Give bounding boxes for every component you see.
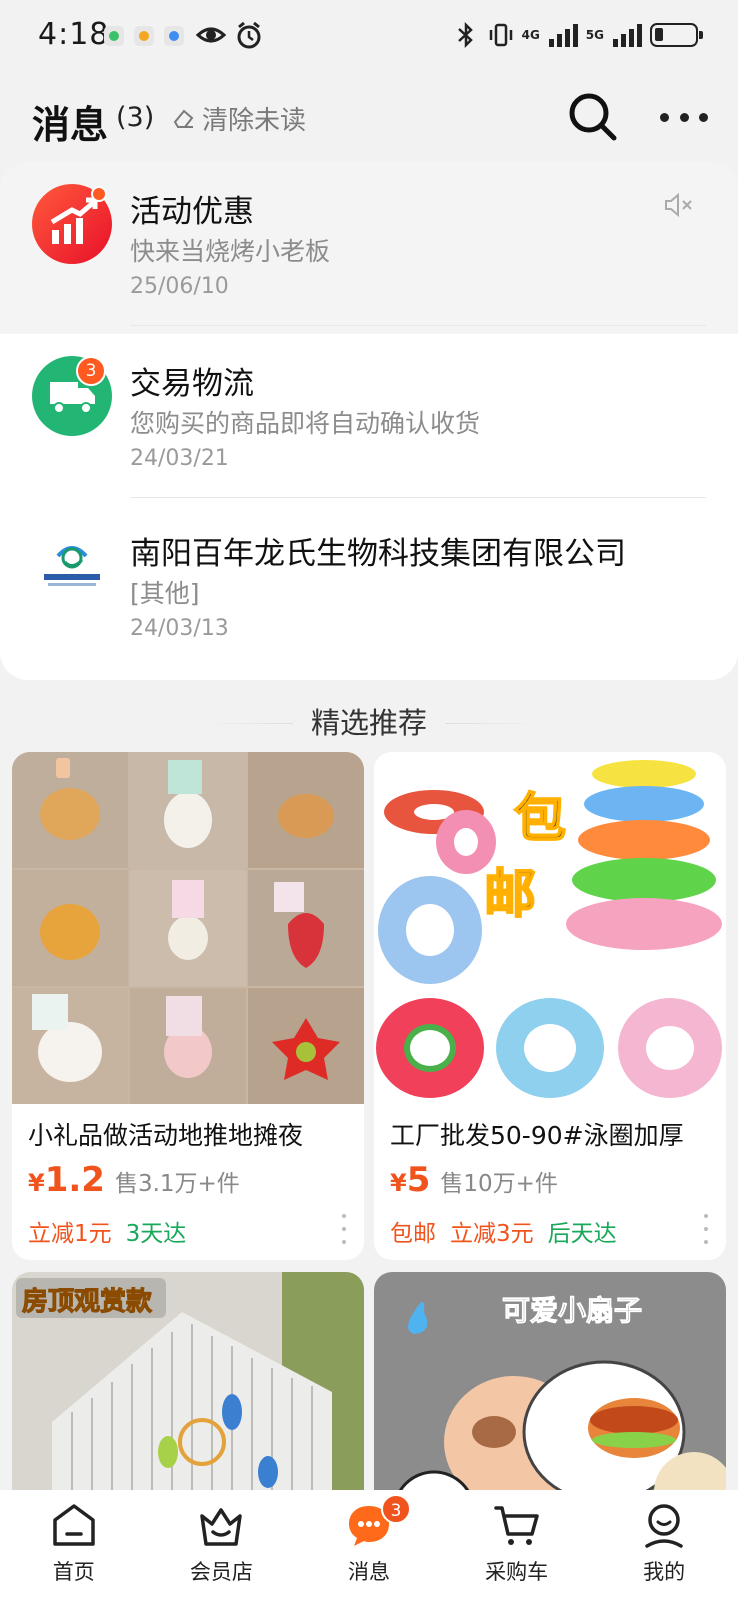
- product-card[interactable]: 包 邮 工厂批发50-90#泳圈加厚 ¥ 5 售10万+件 包邮 立减3元 后天…: [374, 752, 726, 1260]
- tab-cart[interactable]: 采购车: [443, 1490, 591, 1600]
- bottom-tab-bar: 首页 会员店 3 消息 采购车 我的: [0, 1490, 738, 1600]
- product-card[interactable]: 小礼品做活动地推地摊夜 ¥ 1.2 售3.1万+件 立减1元 3天达: [12, 752, 364, 1260]
- network-5g-label: 5G: [585, 28, 604, 42]
- delivery-tag: 3天达: [125, 1221, 187, 1247]
- sold-count: 售3.1万+件: [114, 1171, 240, 1197]
- status-bar: 4:18 4G 5G: [0, 0, 738, 72]
- product-title: 小礼品做活动地推地摊夜: [28, 1121, 304, 1150]
- tag-row: 立减1元 3天达: [28, 1214, 186, 1248]
- app-notification-icon: [104, 26, 124, 46]
- more-dot: [679, 112, 689, 122]
- tab-profile[interactable]: 我的: [590, 1490, 738, 1600]
- currency-symbol: ¥: [28, 1169, 45, 1197]
- more-options-button[interactable]: [656, 92, 712, 142]
- image-label: 包: [514, 789, 566, 849]
- tab-messages[interactable]: 3 消息: [295, 1490, 443, 1600]
- home-icon: [53, 1504, 95, 1546]
- message-date: 24/03/13: [130, 616, 229, 641]
- discount-tag: 立减1元: [28, 1221, 112, 1247]
- card-more-button[interactable]: [702, 1214, 710, 1244]
- message-title: 交易物流: [130, 366, 254, 402]
- mute-icon: [665, 192, 692, 218]
- currency-symbol: ¥: [390, 1169, 407, 1197]
- signal-icon: [613, 24, 642, 47]
- member-store-icon: [200, 1508, 243, 1546]
- delivery-tag: 后天达: [547, 1221, 617, 1247]
- message-date: 25/06/10: [130, 274, 229, 299]
- company-logo: [32, 526, 112, 606]
- company-logo-icon: [44, 546, 100, 586]
- message-item-company[interactable]: 南阳百年龙氏生物科技集团有限公司 [其他] 24/03/13: [0, 504, 738, 676]
- message-list: 活动优惠 快来当烧烤小老板 25/06/10 3 交易物流 您购买的商品即将自动…: [0, 162, 738, 680]
- status-right-group: 4G 5G: [454, 22, 703, 48]
- clear-unread-label: 清除未读: [202, 106, 307, 136]
- message-date: 24/03/21: [130, 446, 229, 471]
- message-item-logistics[interactable]: 3 交易物流 您购买的商品即将自动确认收货 24/03/21: [0, 334, 738, 506]
- network-4g-label: 4G: [521, 28, 540, 42]
- image-label: 可爱小扇子: [502, 1294, 642, 1327]
- product-image: 包 邮: [374, 752, 726, 1104]
- plush-keychains-image: [12, 752, 364, 1104]
- header: 消息 (3) 清除未读: [0, 72, 738, 162]
- card-more-button[interactable]: [340, 1214, 348, 1244]
- bluetooth-icon: [457, 22, 473, 48]
- image-label: 邮: [484, 865, 536, 925]
- eye-icon: [196, 27, 226, 43]
- message-preview: 快来当烧烤小老板: [130, 237, 331, 266]
- message-title: 南阳百年龙氏生物科技集团有限公司: [130, 536, 626, 572]
- message-section: 3 交易物流 您购买的商品即将自动确认收货 24/03/21 南阳百年龙氏生物科…: [0, 334, 738, 680]
- recommend-title: 精选推荐: [292, 706, 445, 740]
- divider: [130, 325, 706, 326]
- product-title: 工厂批发50-90#泳圈加厚: [390, 1121, 684, 1150]
- clear-unread-button[interactable]: 清除未读: [172, 100, 306, 137]
- recommend-heading: 精选推荐: [0, 700, 738, 746]
- unread-count-badge: 3: [76, 356, 106, 386]
- tab-label: 采购车: [485, 1560, 549, 1584]
- tab-badge: 3: [380, 1494, 411, 1524]
- battery-icon: [650, 23, 703, 47]
- more-dot: [699, 112, 708, 122]
- tab-label: 我的: [643, 1560, 686, 1584]
- status-time: 4:18: [38, 17, 110, 52]
- price-row: ¥ 5 售10万+件: [390, 1160, 558, 1200]
- discount-tag: 立减3元: [450, 1221, 534, 1247]
- shipping-tag: 包邮: [390, 1221, 436, 1247]
- message-preview: 您购买的商品即将自动确认收货: [130, 409, 481, 438]
- message-item-promotions[interactable]: 活动优惠 快来当烧烤小老板 25/06/10: [0, 162, 738, 334]
- pinned-section: 活动优惠 快来当烧烤小老板 25/06/10: [0, 162, 738, 334]
- product-price: 1.2: [44, 1160, 105, 1200]
- more-dot: [660, 112, 669, 122]
- tab-label: 消息: [347, 1560, 390, 1584]
- unread-count: (3): [116, 102, 155, 133]
- app-notification-icon: [164, 26, 184, 46]
- price-row: ¥ 1.2 售3.1万+件: [28, 1160, 240, 1200]
- tab-home[interactable]: 首页: [0, 1490, 148, 1600]
- cart-icon: [493, 1506, 539, 1545]
- tab-label: 会员店: [189, 1560, 253, 1584]
- tag-row: 包邮 立减3元 后天达: [390, 1214, 617, 1248]
- divider: [130, 497, 706, 498]
- message-preview: [其他]: [130, 579, 200, 608]
- sold-count: 售10万+件: [440, 1171, 558, 1197]
- product-price: 5: [406, 1160, 431, 1200]
- message-title: 活动优惠: [130, 194, 254, 230]
- unread-dot-badge: [91, 186, 107, 202]
- product-image: [12, 752, 364, 1104]
- tab-label: 首页: [52, 1560, 95, 1584]
- profile-icon: [645, 1504, 683, 1548]
- signal-icon: [548, 24, 578, 47]
- page-title: 消息: [32, 103, 109, 147]
- alarm-icon: [237, 22, 261, 49]
- search-icon[interactable]: [566, 90, 620, 144]
- tab-member-store[interactable]: 会员店: [148, 1490, 296, 1600]
- swim-rings-image: 包 邮: [374, 752, 726, 1104]
- image-label: 房顶观赏款: [22, 1287, 153, 1317]
- eraser-icon: [173, 109, 194, 128]
- vibrate-icon: [489, 23, 512, 47]
- app-notification-icon: [134, 26, 154, 46]
